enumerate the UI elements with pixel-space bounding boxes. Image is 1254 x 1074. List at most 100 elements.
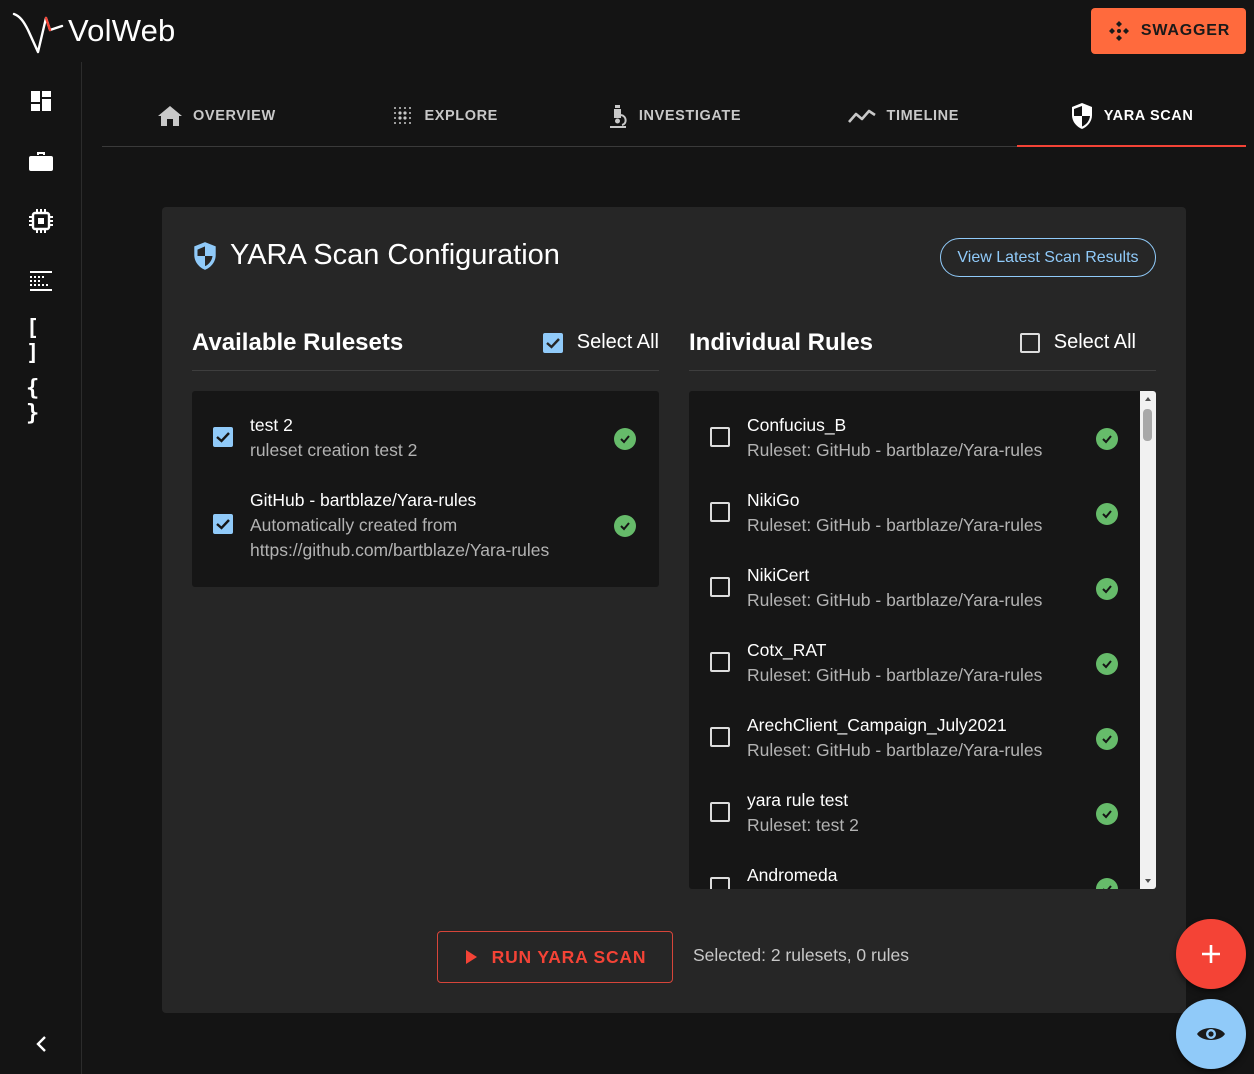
tab-investigate[interactable]: INVESTIGATE (560, 86, 789, 146)
success-check-icon (614, 515, 636, 537)
rule-ruleset: Ruleset: GitHub - bartblaze/Yara-rules (747, 590, 1043, 610)
rulesets-select-all-checkbox[interactable] (542, 332, 563, 353)
rule-ruleset: Ruleset: GitHub - bartblaze/Yara-rules (747, 440, 1043, 460)
rule-name: yara rule test (747, 790, 849, 810)
tab-label: TIMELINE (886, 108, 960, 124)
tab-label: EXPLORE (424, 108, 498, 124)
run-label: RUN YARA SCAN (491, 946, 647, 967)
rule-name: Andromeda (747, 865, 838, 885)
rulesets-select-all[interactable]: Select All (542, 331, 659, 354)
success-check-icon (1096, 578, 1118, 600)
ruleset-description: Automatically created from (250, 515, 458, 535)
ruleset-checkbox[interactable] (213, 427, 233, 447)
check-icon (216, 519, 230, 530)
rule-name: Confucius_B (747, 415, 847, 435)
ruleset-name: test 2 (250, 415, 293, 435)
scrollbar-thumb[interactable] (1143, 409, 1152, 441)
swagger-button[interactable]: SWAGGER (1091, 8, 1246, 54)
list-item[interactable]: NikiGo Ruleset: GitHub - bartblaze/Yara-… (689, 486, 1156, 542)
tab-timeline[interactable]: TIMELINE (788, 86, 1017, 146)
ruleset-checkbox[interactable] (213, 514, 233, 534)
rule-name: NikiCert (747, 565, 810, 585)
card-title: YARA Scan Configuration (192, 239, 560, 272)
rules-list: Confucius_B Ruleset: GitHub - bartblaze/… (689, 391, 1156, 889)
rules-select-all[interactable]: Select All (1019, 331, 1136, 354)
tab-explore[interactable]: EXPLORE (331, 86, 560, 146)
dashboard-icon[interactable] (26, 86, 56, 116)
rule-checkbox[interactable] (710, 427, 730, 447)
dot-grid-icon (394, 107, 412, 124)
rule-ruleset: Ruleset: GitHub - bartblaze/Yara-rules (747, 740, 1043, 760)
tab-bar: OVERVIEW EXPLORE INVESTIGATE TIMELINE YA (102, 86, 1246, 147)
success-check-icon (1096, 503, 1118, 525)
plus-icon (1202, 945, 1220, 963)
swagger-icon (1108, 21, 1129, 41)
rule-checkbox[interactable] (710, 502, 730, 522)
rules-scrollbar[interactable] (1140, 391, 1156, 889)
list-item[interactable]: GitHub - bartblaze/Yara-rules Automatica… (192, 486, 659, 568)
check-icon (216, 432, 230, 443)
rules-heading: Individual Rules (689, 328, 874, 356)
view-latest-results-button[interactable]: View Latest Scan Results (940, 238, 1156, 277)
rule-name: Cotx_RAT (747, 640, 827, 660)
list-item[interactable]: Confucius_B Ruleset: GitHub - bartblaze/… (689, 411, 1156, 467)
play-icon (465, 950, 477, 964)
eye-icon (1197, 1028, 1225, 1040)
top-bar: VolWeb SWAGGER (0, 0, 1254, 62)
list-item[interactable]: NikiCert Ruleset: GitHub - bartblaze/Yar… (689, 561, 1156, 617)
success-check-icon (614, 428, 636, 450)
check-icon (545, 337, 560, 349)
sidebar: [ ] { } (0, 62, 82, 1074)
volweb-logo-icon (12, 12, 64, 54)
rule-ruleset: Ruleset: test 2 (747, 815, 859, 835)
brackets-icon[interactable]: [ ] (26, 316, 56, 366)
rule-checkbox[interactable] (710, 727, 730, 747)
rulesets-list: test 2 ruleset creation test 2 GitHub - … (192, 391, 659, 587)
success-check-icon (1096, 728, 1118, 750)
scroll-up-arrow-icon (1145, 397, 1151, 401)
briefcase-icon[interactable] (26, 146, 56, 176)
braces-icon[interactable]: { } (26, 376, 56, 426)
rules-header: Individual Rules Select All (689, 315, 1156, 371)
page-title: YARA Scan Configuration (230, 239, 560, 271)
success-check-icon (1096, 428, 1118, 450)
app-logo[interactable]: VolWeb (12, 6, 175, 56)
ruleset-description-url: https://github.com/bartblaze/Yara-rules (250, 540, 550, 560)
shield-icon (194, 241, 216, 270)
rulesets-header: Available Rulesets Select All (192, 315, 659, 371)
tab-label: YARA SCAN (1103, 108, 1194, 124)
list-item[interactable]: ArechClient_Campaign_July2021 Ruleset: G… (689, 711, 1156, 767)
rule-checkbox[interactable] (710, 577, 730, 597)
list-dots-icon[interactable] (26, 266, 56, 296)
scroll-down-arrow-icon (1145, 879, 1151, 883)
list-item[interactable]: Andromeda (689, 861, 1156, 889)
rule-checkbox[interactable] (710, 802, 730, 822)
view-fab-button[interactable] (1176, 999, 1246, 1069)
list-item[interactable]: test 2 ruleset creation test 2 (192, 411, 659, 467)
rule-ruleset: Ruleset: GitHub - bartblaze/Yara-rules (747, 515, 1043, 535)
tab-label: OVERVIEW (193, 108, 276, 124)
list-item[interactable]: yara rule test Ruleset: test 2 (689, 786, 1156, 842)
rule-ruleset: Ruleset: GitHub - bartblaze/Yara-rules (747, 665, 1043, 685)
select-all-label: Select All (1053, 331, 1136, 353)
tab-overview[interactable]: OVERVIEW (102, 86, 331, 146)
chevron-left-icon[interactable] (26, 1029, 56, 1059)
rules-select-all-checkbox[interactable] (1019, 332, 1040, 353)
ruleset-name: GitHub - bartblaze/Yara-rules (250, 490, 477, 510)
rule-name: ArechClient_Campaign_July2021 (747, 715, 1007, 735)
add-fab-button[interactable] (1176, 919, 1246, 989)
ruleset-description: ruleset creation test 2 (250, 440, 418, 460)
list-item[interactable]: Cotx_RAT Ruleset: GitHub - bartblaze/Yar… (689, 636, 1156, 692)
success-check-icon (1096, 803, 1118, 825)
select-all-label: Select All (576, 331, 659, 353)
rule-checkbox[interactable] (710, 652, 730, 672)
rule-checkbox[interactable] (710, 877, 730, 889)
selection-status: Selected: 2 rulesets, 0 rules (693, 945, 909, 965)
run-yara-scan-button[interactable]: RUN YARA SCAN (437, 931, 673, 983)
home-icon (158, 106, 183, 126)
tab-yara-scan[interactable]: YARA SCAN (1017, 86, 1246, 147)
rulesets-heading: Available Rulesets (192, 328, 404, 356)
yara-config-card: YARA Scan Configuration View Latest Scan… (162, 207, 1186, 1013)
chip-icon[interactable] (26, 206, 56, 236)
microscope-icon (609, 105, 627, 128)
